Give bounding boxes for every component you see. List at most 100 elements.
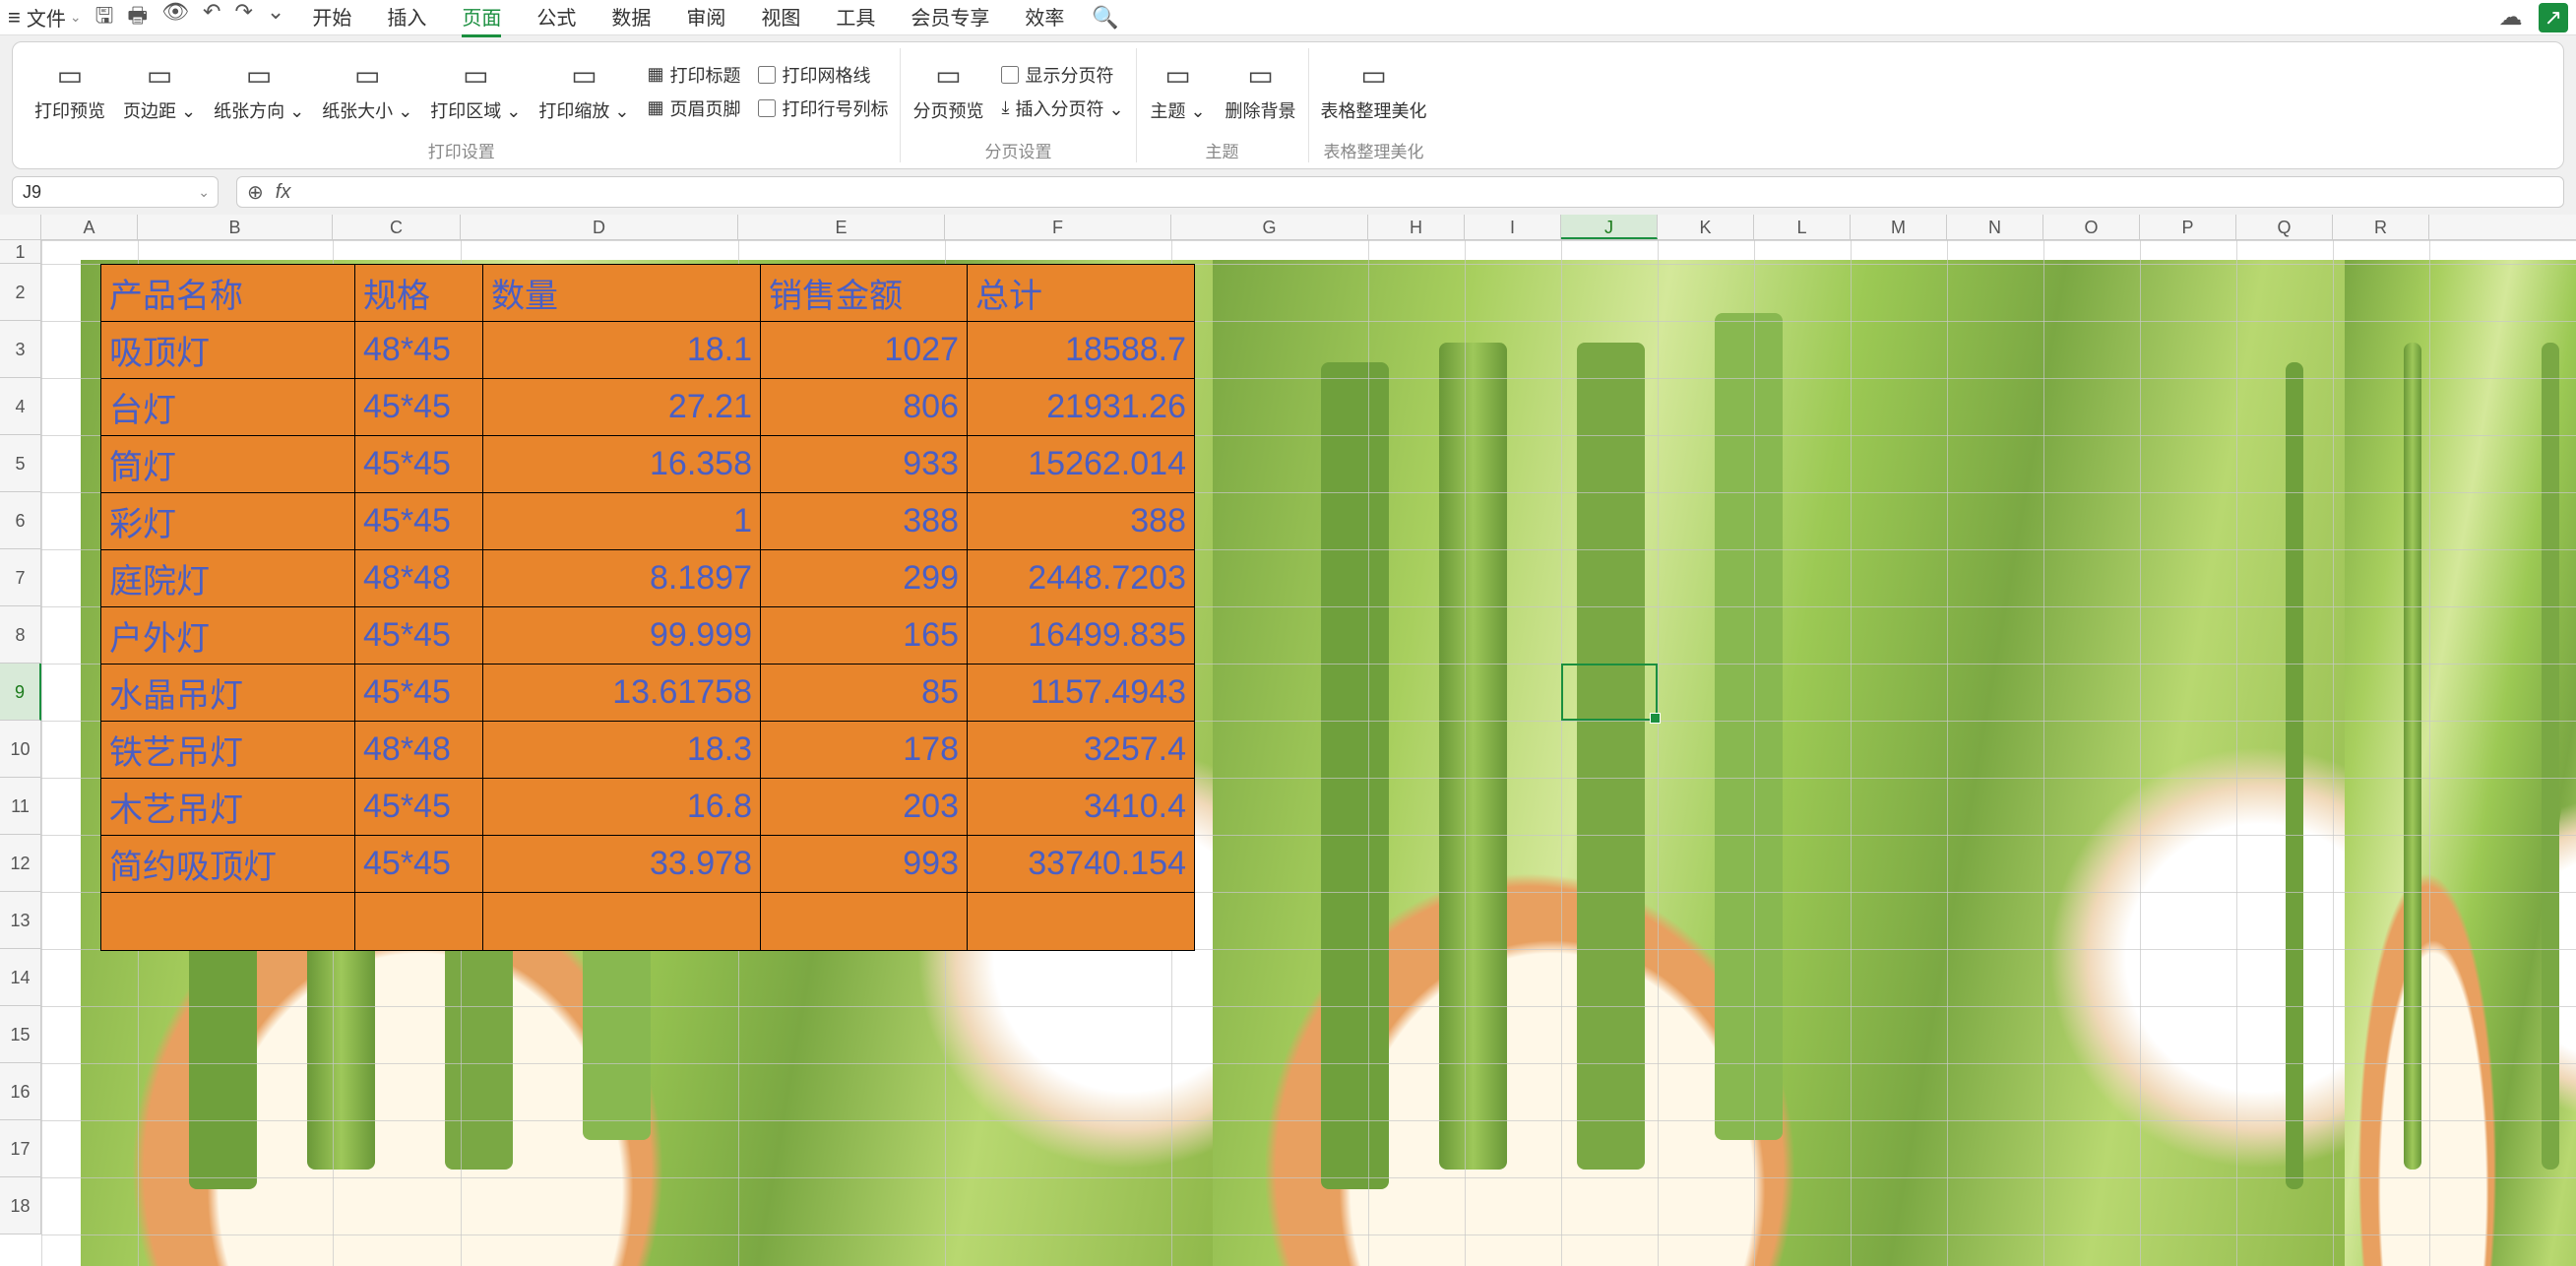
ribbon-side-显示分页符[interactable]: 显示分页符 xyxy=(1001,62,1123,88)
row-header-14[interactable]: 14 xyxy=(0,949,41,1006)
table-cell[interactable]: 3410.4 xyxy=(968,779,1194,836)
ribbon-btn-表格整理美化[interactable]: ▭表格整理美化 xyxy=(1321,59,1427,123)
table-cell[interactable] xyxy=(761,893,968,950)
ribbon-side-页眉页脚[interactable]: ▦ 页眉页脚 xyxy=(647,95,740,121)
row-header-18[interactable]: 18 xyxy=(0,1177,41,1234)
redo-icon[interactable]: ↷ xyxy=(234,0,252,36)
table-cell[interactable]: 33740.154 xyxy=(968,836,1194,893)
col-header-P[interactable]: P xyxy=(2140,215,2236,239)
table-cell[interactable]: 1157.4943 xyxy=(968,665,1194,722)
row-header-7[interactable]: 7 xyxy=(0,549,41,606)
row-header-3[interactable]: 3 xyxy=(0,321,41,378)
ribbon-side-插入分页符[interactable]: ⤓ 插入分页符 ⌄ xyxy=(1001,95,1123,121)
preview-icon[interactable]: 👁 xyxy=(161,0,189,36)
table-cell[interactable]: 21931.26 xyxy=(968,379,1194,436)
col-header-A[interactable]: A xyxy=(41,215,138,239)
table-cell[interactable]: 85 xyxy=(761,665,968,722)
col-header-F[interactable]: F xyxy=(945,215,1171,239)
chevron-down-icon[interactable]: ⌄ xyxy=(267,0,284,36)
undo-icon[interactable]: ↶ xyxy=(203,0,220,36)
table-cell[interactable]: 45*45 xyxy=(355,493,483,550)
cloud-icon[interactable]: ☁ xyxy=(2499,3,2523,32)
table-cell[interactable]: 18.3 xyxy=(483,722,761,779)
tab-公式[interactable]: 公式 xyxy=(536,0,576,37)
data-table[interactable]: 产品名称规格数量销售金额总计吸顶灯48*4518.1102718588.7台灯4… xyxy=(100,264,1195,951)
table-header-cell[interactable]: 数量 xyxy=(483,265,761,322)
table-cell[interactable]: 33.978 xyxy=(483,836,761,893)
table-cell[interactable]: 48*45 xyxy=(355,322,483,379)
row-header-12[interactable]: 12 xyxy=(0,835,41,892)
spreadsheet-grid[interactable]: ABCDEFGHIJKLMNOPQR 123456789101112131415… xyxy=(0,215,2576,1266)
col-header-H[interactable]: H xyxy=(1368,215,1465,239)
tab-视图[interactable]: 视图 xyxy=(761,0,800,37)
col-header-J[interactable]: J xyxy=(1561,215,1658,239)
ribbon-check-打印网格线[interactable]: 打印网格线 xyxy=(758,62,888,88)
tab-工具[interactable]: 工具 xyxy=(836,0,875,37)
zoom-icon[interactable]: ⊕ xyxy=(247,180,264,205)
col-header-O[interactable]: O xyxy=(2043,215,2140,239)
row-header-5[interactable]: 5 xyxy=(0,435,41,492)
table-cell[interactable]: 木艺吊灯 xyxy=(101,779,355,836)
ribbon-side-打印标题[interactable]: ▦ 打印标题 xyxy=(647,62,740,88)
save-icon[interactable]: 🖫 xyxy=(95,0,114,36)
table-header-cell[interactable]: 产品名称 xyxy=(101,265,355,322)
table-cell[interactable]: 178 xyxy=(761,722,968,779)
ribbon-btn-分页预览[interactable]: ▭分页预览 xyxy=(912,59,983,123)
table-cell[interactable]: 806 xyxy=(761,379,968,436)
table-cell[interactable]: 45*45 xyxy=(355,836,483,893)
ribbon-btn-打印缩放[interactable]: ▭打印缩放 ⌄ xyxy=(538,59,629,123)
share-button[interactable]: ↗ xyxy=(2539,3,2568,32)
table-cell[interactable]: 16.8 xyxy=(483,779,761,836)
ribbon-btn-纸张方向[interactable]: ▭纸张方向 ⌄ xyxy=(214,59,304,123)
table-cell[interactable]: 48*48 xyxy=(355,550,483,607)
table-cell[interactable]: 吸顶灯 xyxy=(101,322,355,379)
col-header-D[interactable]: D xyxy=(461,215,738,239)
table-cell[interactable]: 16.358 xyxy=(483,436,761,493)
table-cell[interactable]: 3257.4 xyxy=(968,722,1194,779)
table-cell[interactable] xyxy=(101,893,355,950)
row-header-15[interactable]: 15 xyxy=(0,1006,41,1063)
table-cell[interactable]: 户外灯 xyxy=(101,607,355,665)
ribbon-btn-删除背景[interactable]: ▭删除背景 xyxy=(1225,59,1296,123)
table-cell[interactable]: 1 xyxy=(483,493,761,550)
table-cell[interactable]: 18.1 xyxy=(483,322,761,379)
print-icon[interactable]: 🖶 xyxy=(127,0,148,36)
table-cell[interactable]: 2448.7203 xyxy=(968,550,1194,607)
tab-开始[interactable]: 开始 xyxy=(312,0,351,37)
formula-input-wrap[interactable]: ⊕ fx xyxy=(236,176,2564,208)
table-cell[interactable]: 15262.014 xyxy=(968,436,1194,493)
table-cell[interactable]: 8.1897 xyxy=(483,550,761,607)
table-cell[interactable]: 水晶吊灯 xyxy=(101,665,355,722)
cells-area[interactable]: 产品名称规格数量销售金额总计吸顶灯48*4518.1102718588.7台灯4… xyxy=(41,240,2576,1266)
table-cell[interactable]: 45*45 xyxy=(355,607,483,665)
table-header-cell[interactable]: 规格 xyxy=(355,265,483,322)
col-header-Q[interactable]: Q xyxy=(2236,215,2333,239)
col-header-M[interactable]: M xyxy=(1851,215,1947,239)
table-cell[interactable]: 933 xyxy=(761,436,968,493)
ribbon-btn-打印区域[interactable]: ▭打印区域 ⌄ xyxy=(430,59,521,123)
row-headers[interactable]: 123456789101112131415161718 xyxy=(0,240,41,1234)
ribbon-btn-主题[interactable]: ▭主题 ⌄ xyxy=(1149,59,1208,123)
table-cell[interactable]: 99.999 xyxy=(483,607,761,665)
tab-页面[interactable]: 页面 xyxy=(462,0,501,37)
table-cell[interactable]: 45*45 xyxy=(355,379,483,436)
search-icon[interactable]: 🔍 xyxy=(1092,5,1118,31)
tab-数据[interactable]: 数据 xyxy=(611,0,651,37)
table-cell[interactable]: 简约吸顶灯 xyxy=(101,836,355,893)
table-cell[interactable]: 筒灯 xyxy=(101,436,355,493)
row-header-1[interactable]: 1 xyxy=(0,240,41,264)
table-cell[interactable]: 1027 xyxy=(761,322,968,379)
row-header-16[interactable]: 16 xyxy=(0,1063,41,1120)
table-cell[interactable]: 45*45 xyxy=(355,779,483,836)
table-cell[interactable] xyxy=(968,893,1194,950)
col-header-N[interactable]: N xyxy=(1947,215,2043,239)
col-header-G[interactable]: G xyxy=(1171,215,1368,239)
row-header-2[interactable]: 2 xyxy=(0,264,41,321)
ribbon-btn-纸张大小[interactable]: ▭纸张大小 ⌄ xyxy=(322,59,412,123)
table-cell[interactable]: 388 xyxy=(761,493,968,550)
col-header-C[interactable]: C xyxy=(333,215,461,239)
row-header-17[interactable]: 17 xyxy=(0,1120,41,1177)
row-header-8[interactable]: 8 xyxy=(0,606,41,664)
table-cell[interactable]: 台灯 xyxy=(101,379,355,436)
table-cell[interactable]: 48*48 xyxy=(355,722,483,779)
